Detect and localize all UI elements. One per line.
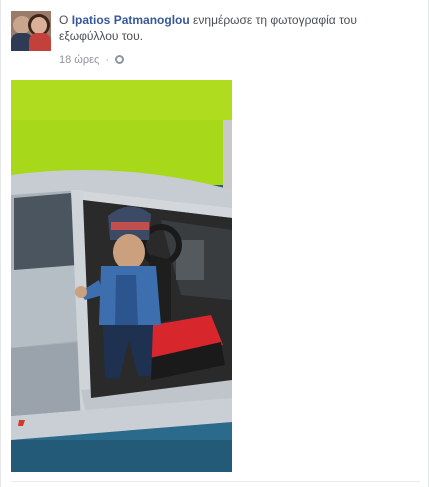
cover-photo-image bbox=[11, 80, 232, 472]
author-name-link[interactable]: Ipatios Patmanoglou bbox=[72, 13, 190, 27]
globe-icon[interactable] bbox=[115, 55, 125, 64]
profile-avatar[interactable] bbox=[11, 11, 51, 51]
story-meta: 18 ώρες · bbox=[59, 53, 125, 67]
meta-separator: · bbox=[105, 54, 110, 66]
story-headline: Ο Ipatios Patmanoglou ενημέρωσε τη φωτογ… bbox=[59, 12, 419, 44]
feed-story: Ο Ipatios Patmanoglou ενημέρωσε τη φωτογ… bbox=[0, 0, 429, 487]
story-timestamp-link[interactable]: 18 ώρες bbox=[59, 54, 99, 66]
avatar-person-right bbox=[31, 17, 47, 34]
cover-photo[interactable] bbox=[11, 80, 232, 472]
story-divider bbox=[11, 481, 420, 482]
headline-prefix: Ο bbox=[59, 13, 69, 27]
